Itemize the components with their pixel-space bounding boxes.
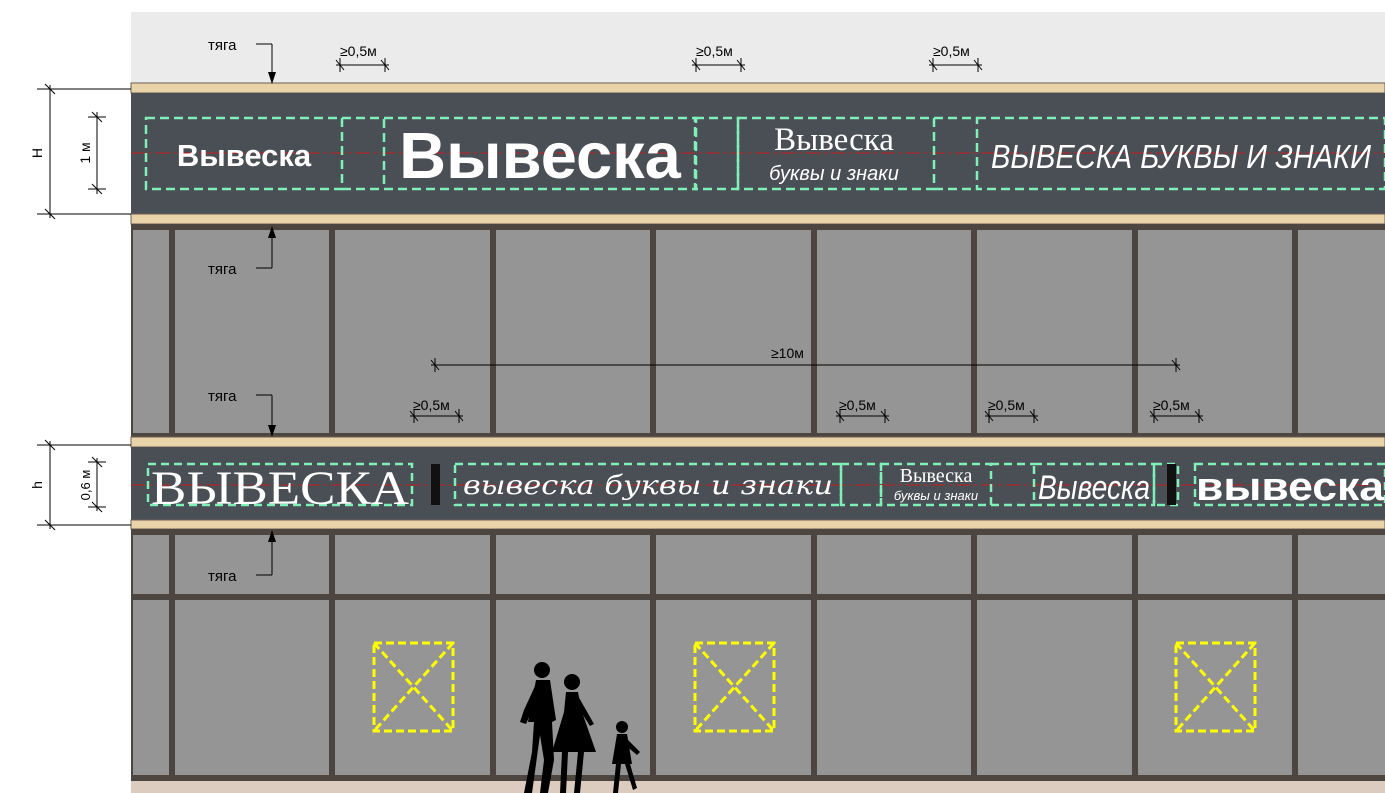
top-gap-label-2: ≥0,5м <box>696 43 733 59</box>
lower-band-sill <box>130 519 1385 530</box>
lower-gap-label-4: ≥0,5м <box>1153 397 1190 413</box>
upper-letter-height-label: 1 м <box>77 142 93 163</box>
lower-sign-1: ВЫВЕСКА <box>151 462 409 515</box>
rod-label-4: тяга <box>208 568 237 585</box>
upper-sign-3-title: Вывеска <box>774 122 894 158</box>
ground-line <box>131 781 1385 793</box>
storefront-elevation-diagram: Вывеска Вывеска Вывеска буквы и знаки ВЫ… <box>29 12 1385 793</box>
upper-floor-wall <box>131 224 1385 437</box>
rod-label-2: тяга <box>208 261 237 278</box>
lower-sign-3-title: Вывеска <box>900 465 973 487</box>
upper-background <box>131 12 1385 84</box>
top-gap-label-1: ≥0,5м <box>340 43 377 59</box>
upper-band-sill <box>130 213 1385 225</box>
ground-floor-wall <box>131 529 1385 781</box>
lower-sign-3-subtitle: буквы и знаки <box>894 488 978 503</box>
rod-label-3: тяга <box>208 388 237 405</box>
lower-sign-5: вывеска <box>1196 465 1385 509</box>
lower-zone-height-label: h <box>29 481 45 489</box>
top-gap-label-3: ≥0,5м <box>933 43 970 59</box>
upper-sign-4: ВЫВЕСКА БУКВЫ И ЗНАКИ <box>991 138 1371 175</box>
lower-sign-4: Вывеска <box>1038 469 1150 507</box>
bracket-sign-marker-2 <box>1167 464 1176 505</box>
upper-sign-1: Вывеска <box>177 138 312 173</box>
upper-sign-2: Вывеска <box>399 119 682 192</box>
lower-gap-label-2: ≥0,5м <box>839 397 876 413</box>
rod-label-1: тяга <box>208 37 237 54</box>
upper-cornice <box>130 82 1385 94</box>
min-distance-label: ≥10м <box>771 345 804 361</box>
bracket-sign-marker-1 <box>431 464 440 505</box>
lower-gap-label-3: ≥0,5м <box>988 397 1025 413</box>
lower-cornice <box>130 436 1385 448</box>
upper-sign-3-subtitle: буквы и знаки <box>769 163 899 185</box>
upper-zone-height-label: H <box>29 148 45 158</box>
lower-letter-height-label: 0,6 м <box>78 470 93 501</box>
lower-gap-label-1: ≥0,5м <box>413 397 450 413</box>
lower-sign-2: вывеска буквы и знаки <box>463 471 833 501</box>
